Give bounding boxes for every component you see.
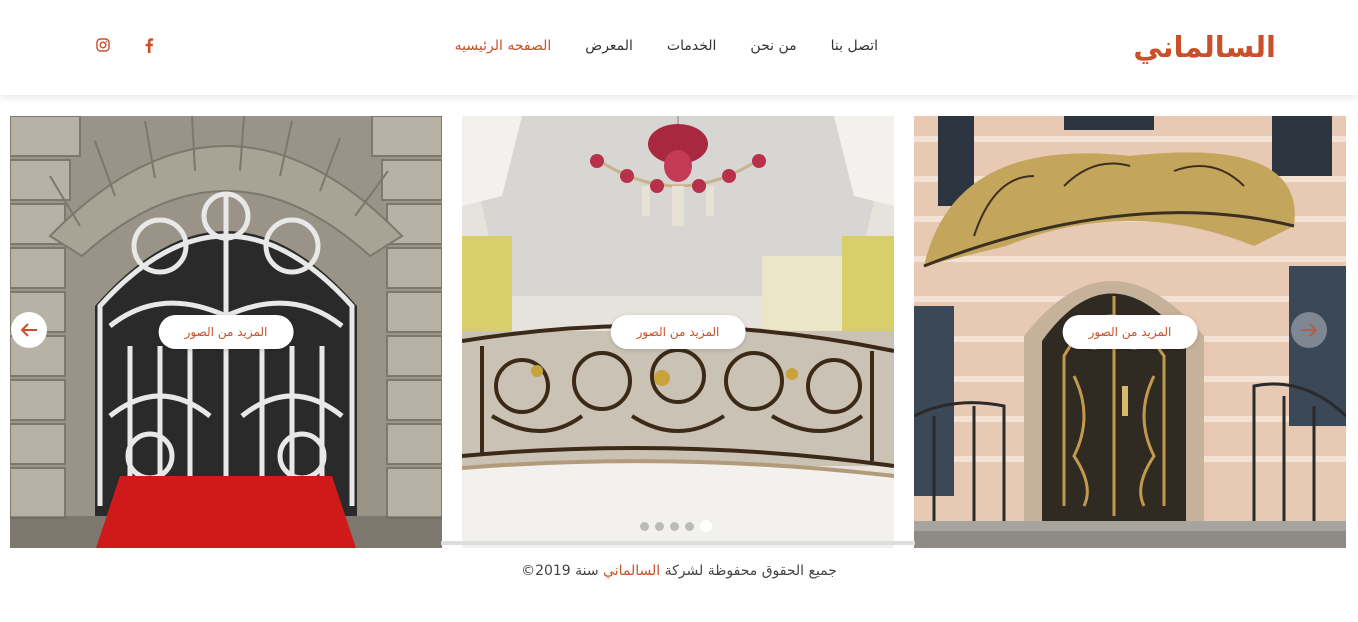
carousel-dot[interactable] — [670, 521, 679, 531]
carousel-prev-button[interactable] — [11, 312, 47, 348]
nav-item-services[interactable]: الخدمات — [667, 38, 717, 54]
carousel-dot[interactable] — [655, 521, 664, 531]
nav-item-about[interactable]: من نحن — [750, 38, 796, 54]
carousel-pagination — [640, 520, 712, 532]
carousel-dot-active[interactable] — [700, 520, 712, 532]
footer-brand: السالماني — [603, 563, 661, 579]
footer-copyright-prefix: جميع الحقوق محفوظة لشركة — [664, 563, 837, 579]
carousel-dot[interactable] — [685, 521, 694, 531]
nav-item-contact[interactable]: اتصل بنا — [831, 38, 878, 54]
nav-item-home[interactable]: الصفحه الرئيسيه — [455, 38, 552, 54]
carousel-dot[interactable] — [640, 521, 649, 531]
carousel-scrollbar[interactable] — [441, 541, 915, 545]
more-photos-button[interactable]: المزيد من الصور — [1062, 315, 1198, 349]
main-nav: الصفحه الرئيسيه المعرض الخدمات من نحن ات… — [455, 38, 878, 54]
more-photos-button[interactable]: المزيد من الصور — [158, 315, 294, 349]
site-header: السالماني الصفحه الرئيسيه المعرض الخدمات… — [0, 0, 1358, 95]
gallery-card-railing[interactable]: المزيد من الصور — [462, 116, 894, 548]
site-logo[interactable]: السالماني — [1133, 30, 1276, 64]
carousel-next-button[interactable] — [1291, 312, 1327, 348]
nav-item-gallery[interactable]: المعرض — [585, 38, 633, 54]
site-footer: جميع الحقوق محفوظة لشركة السالماني سنة 2… — [0, 563, 1358, 579]
facebook-icon[interactable] — [141, 37, 157, 53]
instagram-icon[interactable] — [95, 37, 111, 53]
gallery-card-gate[interactable]: المزيد من الصور — [10, 116, 442, 548]
footer-copyright-year: سنة 2019© — [521, 563, 599, 579]
more-photos-button[interactable]: المزيد من الصور — [610, 315, 746, 349]
social-links — [95, 37, 157, 53]
image-carousel: المزيد من الصور المزيد من الصور المزيد م… — [10, 116, 1346, 548]
gallery-card-door[interactable]: المزيد من الصور — [914, 116, 1346, 548]
arrow-left-icon — [20, 323, 37, 337]
arrow-right-icon — [1301, 323, 1318, 337]
